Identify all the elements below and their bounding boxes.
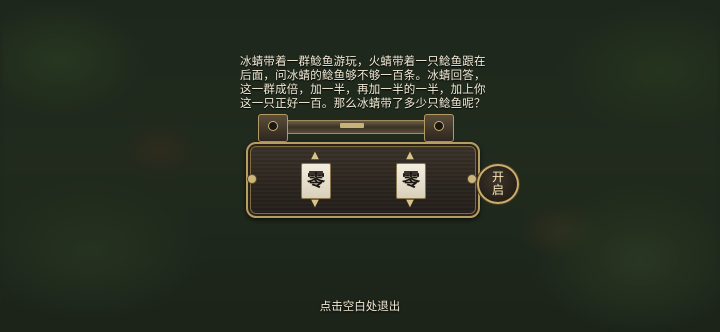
rivet-left	[247, 174, 257, 184]
dial-1-value: 零	[301, 163, 331, 199]
dial-2: ▲ 零 ▼	[396, 151, 426, 209]
dial-2-value: 零	[396, 163, 426, 199]
dial-1-down-arrow-icon[interactable]: ▼	[308, 199, 322, 209]
riddle-text: 冰蜻带着一群鲶鱼游玩，火蜻带着一只鲶鱼跟在 后面，问冰蜻的鲶鱼够不够一百条。冰蜻…	[240, 54, 486, 110]
dial-1-up-arrow-icon[interactable]: ▲	[308, 151, 322, 161]
combination-lock: ▲ 零 ▼ ▲ 零 ▼ 开启	[240, 112, 520, 224]
dial-2-up-arrow-icon[interactable]: ▲	[403, 151, 417, 161]
open-button-label: 开启	[491, 170, 504, 197]
dial-2-down-arrow-icon[interactable]: ▼	[403, 199, 417, 209]
exit-hint: 点击空白处退出	[319, 299, 401, 313]
shackle-post-left	[258, 114, 288, 142]
dial-1: ▲ 零 ▼	[301, 151, 331, 209]
shackle-clasp	[340, 123, 364, 128]
open-button[interactable]: 开启	[477, 164, 519, 204]
rivet-right	[467, 174, 477, 184]
shackle-post-right	[424, 114, 454, 142]
lock-body: ▲ 零 ▼ ▲ 零 ▼	[246, 142, 480, 218]
